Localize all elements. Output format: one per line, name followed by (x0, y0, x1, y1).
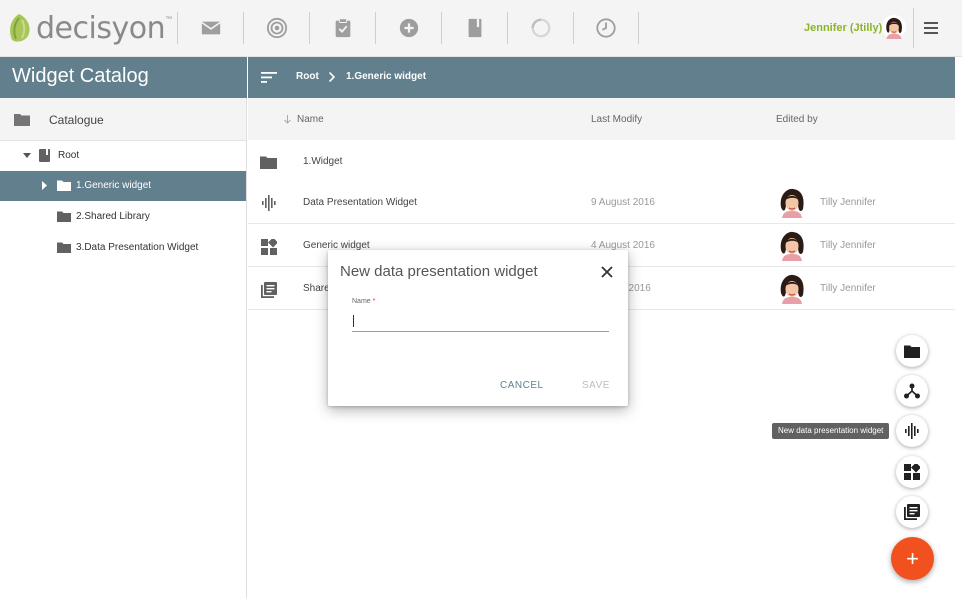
folder-icon (14, 114, 30, 126)
column-header-name[interactable]: Name (297, 114, 324, 125)
book-icon (468, 18, 481, 38)
row-editor: Tilly Jennifer (820, 240, 876, 251)
tree-item-shared-library[interactable]: 2.Shared Library (0, 202, 246, 232)
row-editor: Tilly Jennifer (820, 197, 876, 208)
table-row[interactable]: 1.Widget (248, 140, 955, 183)
library-icon (904, 504, 920, 520)
table-header: Name Last Modify Edited by (248, 98, 955, 141)
sort-icon[interactable] (261, 72, 277, 83)
nav-catalog[interactable] (441, 12, 507, 44)
nav-loading[interactable] (507, 12, 573, 44)
breadcrumb-root[interactable]: Root (296, 71, 319, 82)
tree-item-label: 3.Data Presentation Widget (76, 242, 199, 253)
row-editor: Tilly Jennifer (820, 283, 876, 294)
new-data-presentation-fab[interactable] (896, 415, 928, 447)
close-icon[interactable] (598, 263, 616, 281)
folder-icon (57, 211, 71, 222)
chevron-right-icon (329, 72, 335, 82)
avatar (776, 229, 808, 261)
row-name: Data Presentation Widget (303, 197, 417, 208)
table-row[interactable]: Data Presentation Widget 9 August 2016 T… (248, 181, 955, 224)
dialog-title: New data presentation widget (340, 263, 538, 280)
brand-name: decisyon (36, 10, 166, 46)
folder-icon (904, 345, 920, 358)
new-generic-widget-fab[interactable] (896, 456, 928, 488)
new-folder-fab[interactable] (896, 335, 928, 367)
name-field-label-text: Name (352, 298, 371, 305)
tree-item-label: Root (58, 150, 80, 161)
left-panel-header: Widget Catalog (0, 57, 247, 98)
row-name: 1.Widget (303, 156, 343, 167)
row-name: Share (303, 283, 330, 294)
catalogue-label: Catalogue (49, 113, 104, 127)
waveform-icon (905, 423, 919, 439)
add-fab-button[interactable]: + (891, 537, 934, 580)
fab-tooltip: New data presentation widget (772, 423, 890, 439)
cancel-button[interactable]: CANCEL (500, 380, 544, 391)
save-button[interactable]: SAVE (582, 380, 610, 391)
radar-icon (266, 17, 287, 39)
clipboard-check-icon (335, 18, 350, 38)
new-library-fab[interactable] (896, 496, 928, 528)
folder-icon (260, 156, 277, 169)
brand-trademark: ™ (165, 16, 173, 23)
top-bar: decisyon ™ Jennifer (Jtilly) (0, 0, 962, 57)
logo-leaf-icon (10, 14, 30, 42)
clock-icon (596, 18, 616, 38)
text-cursor (353, 315, 354, 327)
tree-item-data-presentation[interactable]: 3.Data Presentation Widget (0, 233, 246, 263)
tree-item-label: 1.Generic widget (76, 180, 152, 191)
mail-icon (200, 21, 221, 35)
catalog-tree-panel: Catalogue Root 1.Generic widget 2.Shared… (0, 98, 247, 598)
folder-icon (57, 180, 71, 191)
dashboard-icon (904, 464, 920, 480)
catalogue-header[interactable]: Catalogue (0, 98, 246, 141)
name-field-label: Name * (352, 298, 375, 305)
breadcrumb: Root 1.Generic widget (248, 57, 955, 98)
hamburger-menu-icon (923, 22, 938, 34)
tree-item-generic-widget[interactable]: 1.Generic widget (0, 171, 246, 201)
waveform-icon (262, 195, 276, 211)
column-header-last-modify[interactable]: Last Modify (591, 114, 642, 125)
new-widget-dialog: New data presentation widget Name * CANC… (328, 250, 628, 406)
dashboard-icon (261, 239, 277, 255)
new-hierarchy-fab[interactable] (896, 375, 928, 407)
plus-icon: + (906, 545, 919, 571)
column-header-edited-by[interactable]: Edited by (776, 114, 818, 125)
page-title: Widget Catalog (12, 65, 149, 87)
tree-item-root[interactable]: Root (0, 141, 246, 171)
avatar (776, 186, 808, 218)
book-icon (39, 149, 50, 162)
user-avatar[interactable] (882, 15, 906, 39)
caret-down-icon[interactable] (23, 153, 31, 159)
avatar (776, 272, 808, 304)
library-icon (261, 282, 277, 298)
sort-arrow-down-icon[interactable] (284, 115, 291, 124)
brand-logo[interactable]: decisyon ™ (6, 10, 172, 46)
nav-tasks[interactable] (309, 12, 375, 44)
nav-schedule[interactable] (573, 12, 639, 44)
nav-radar[interactable] (243, 12, 309, 44)
nav-mail[interactable] (177, 12, 243, 44)
hierarchy-icon (904, 383, 920, 399)
breadcrumb-current[interactable]: 1.Generic widget (346, 71, 426, 82)
caret-right-icon[interactable] (42, 181, 48, 190)
main-nav (177, 12, 639, 44)
tree-item-label: 2.Shared Library (76, 211, 150, 222)
required-marker: * (372, 298, 376, 305)
loading-icon (531, 18, 550, 38)
row-date: 9 August 2016 (591, 197, 655, 208)
nav-add[interactable] (375, 12, 441, 44)
name-input[interactable] (352, 310, 609, 332)
add-circle-icon (399, 18, 418, 38)
folder-icon (57, 242, 71, 253)
user-name[interactable]: Jennifer (Jtilly) (804, 22, 882, 34)
main-menu-button[interactable] (913, 8, 947, 48)
